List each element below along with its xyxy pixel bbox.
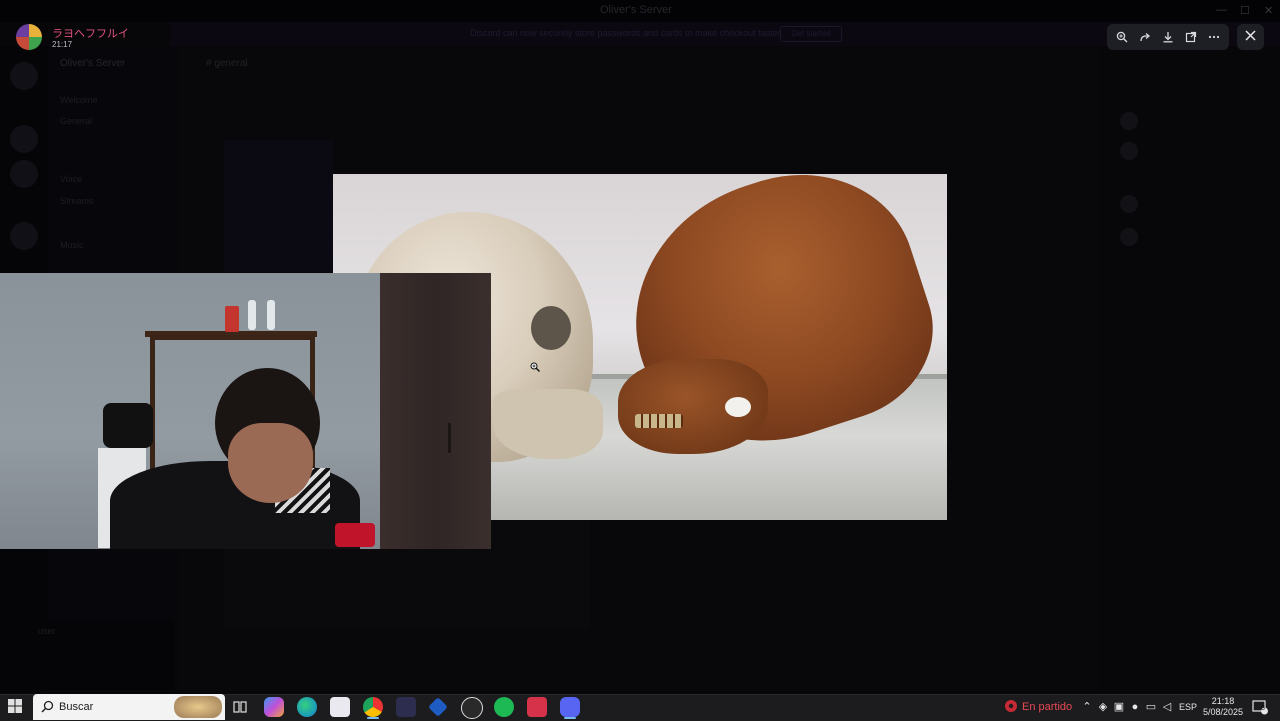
bottle (267, 300, 275, 330)
language-indicator[interactable]: ESP (1179, 702, 1197, 712)
windows-start-icon[interactable] (8, 699, 24, 715)
red-cup (225, 306, 239, 332)
edge-icon[interactable] (297, 697, 317, 717)
close-icon (1245, 28, 1256, 46)
vscode-icon[interactable] (396, 697, 416, 717)
pale-skull-orbit (531, 306, 571, 350)
pale-skull-jaw (493, 389, 603, 459)
search-placeholder: Buscar (59, 701, 94, 713)
skull-teeth (635, 414, 683, 428)
obs-icon[interactable] (461, 697, 483, 719)
chrome-icon[interactable] (363, 697, 383, 717)
more-icon[interactable] (1204, 27, 1224, 47)
download-icon[interactable] (1158, 27, 1178, 47)
notification-count: 8 (1261, 705, 1265, 712)
discord-active-indicator (564, 717, 576, 719)
app-tray-icon[interactable]: ▣ (1112, 700, 1126, 714)
clock[interactable]: 21:18 5/08/2025 (1200, 696, 1246, 718)
clock-time: 21:18 (1211, 696, 1235, 706)
search-highlight-image[interactable] (174, 696, 222, 718)
black-bag (103, 403, 153, 448)
search-icon (41, 700, 55, 714)
wardrobe (380, 273, 491, 549)
app-red-icon[interactable] (527, 697, 547, 717)
store-icon[interactable] (330, 697, 350, 717)
red-chair (335, 523, 375, 547)
spotify-icon[interactable] (494, 697, 514, 717)
task-view-icon[interactable] (230, 697, 250, 717)
security-icon[interactable]: ◈ (1096, 700, 1110, 714)
game-status-icon[interactable] (1004, 699, 1018, 713)
copilot-icon[interactable] (264, 697, 284, 717)
game-status-text[interactable]: En partido (1022, 701, 1072, 713)
wardrobe-handle (448, 423, 451, 453)
message-timestamp: 21:17 (52, 40, 73, 49)
network-icon[interactable]: ▭ (1144, 700, 1158, 714)
close-viewer-button[interactable] (1237, 24, 1264, 50)
microphone-icon[interactable]: ● (1128, 700, 1142, 714)
zoom-cursor-icon (530, 359, 540, 372)
chevron-up-icon[interactable]: ⌃ (1080, 700, 1094, 714)
notification-icon[interactable]: 8 (1252, 699, 1268, 715)
discord-icon[interactable] (560, 697, 580, 717)
forward-icon[interactable] (1135, 27, 1155, 47)
bottle (248, 300, 256, 330)
clock-date: 5/08/2025 (1202, 707, 1244, 717)
webcam-overlay (0, 273, 491, 549)
volume-icon[interactable]: ◁ (1160, 700, 1174, 714)
open-external-icon[interactable] (1181, 27, 1201, 47)
chrome-active-indicator (367, 717, 379, 719)
person-face (228, 423, 313, 503)
avatar[interactable] (16, 24, 42, 50)
elongated-skull-orbit (725, 397, 751, 417)
viewer-toolbar (1107, 24, 1229, 50)
zoom-in-icon[interactable] (1112, 27, 1132, 47)
author-name[interactable]: ラヨヘフフルイ (52, 25, 129, 41)
